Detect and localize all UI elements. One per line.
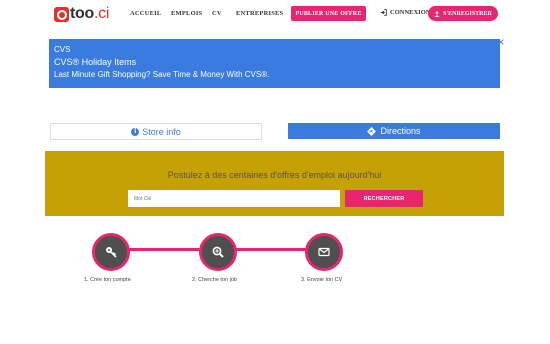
nav-emplois[interactable]: EMPLOIS xyxy=(171,10,202,17)
login-label: CONNEXION xyxy=(390,9,431,16)
step-3-label: 3. Envoie ton CV xyxy=(301,277,343,283)
nav-accueil[interactable]: ACCUEIL xyxy=(130,10,161,17)
search-band-title: Postulez à des centaines d'offres d'empl… xyxy=(167,170,382,180)
store-info-button[interactable]: i Store info xyxy=(50,123,262,140)
info-icon: i xyxy=(131,127,140,136)
site-header: too.ci ACCUEIL EMPLOIS CV ENTREPRISES PU… xyxy=(0,0,550,28)
user-icon xyxy=(434,10,440,17)
search-button[interactable]: RECHERCHER xyxy=(345,190,423,207)
step-1-label: 1. Crée ton compte xyxy=(84,277,131,283)
directions-label: Directions xyxy=(380,126,421,136)
ad-banner[interactable]: CVS CVS® Holiday Items Last Minute Gift … xyxy=(49,39,500,88)
ad-brand: CVS xyxy=(54,45,71,54)
register-button[interactable]: S'ENREGISTRER xyxy=(428,6,498,21)
keyword-search-input[interactable] xyxy=(128,190,340,207)
search-band: Postulez à des centaines d'offres d'empl… xyxy=(45,151,504,216)
publish-offer-button[interactable]: PUBLIER UNE OFFRE xyxy=(291,6,366,21)
logo-text: too xyxy=(70,5,94,22)
search-icon xyxy=(212,246,224,258)
logo-suffix: .ci xyxy=(93,5,110,22)
sign-in-icon xyxy=(380,9,387,16)
site-logo[interactable]: too.ci xyxy=(54,5,109,23)
step-1-circle xyxy=(92,233,130,271)
nav-entreprises[interactable]: ENTREPRISES xyxy=(236,10,283,17)
mail-icon xyxy=(318,247,330,257)
register-label: S'ENREGISTRER xyxy=(443,10,492,17)
logo-mark-icon xyxy=(54,6,69,22)
directions-button[interactable]: Directions xyxy=(288,123,500,139)
step-2-circle xyxy=(199,233,237,271)
directions-icon xyxy=(367,126,377,136)
ad-description: Last Minute Gift Shopping? Save Time & M… xyxy=(54,70,270,79)
ad-title: CVS® Holiday Items xyxy=(54,57,137,67)
step-3-circle xyxy=(305,233,343,271)
step-2-label: 2. Cherche ton job xyxy=(192,277,237,283)
login-link[interactable]: CONNEXION xyxy=(380,9,430,16)
store-info-label: Store info xyxy=(142,126,181,137)
key-icon xyxy=(106,247,117,258)
ad-close-icon[interactable] xyxy=(498,39,504,45)
nav-cv[interactable]: CV xyxy=(212,10,222,17)
